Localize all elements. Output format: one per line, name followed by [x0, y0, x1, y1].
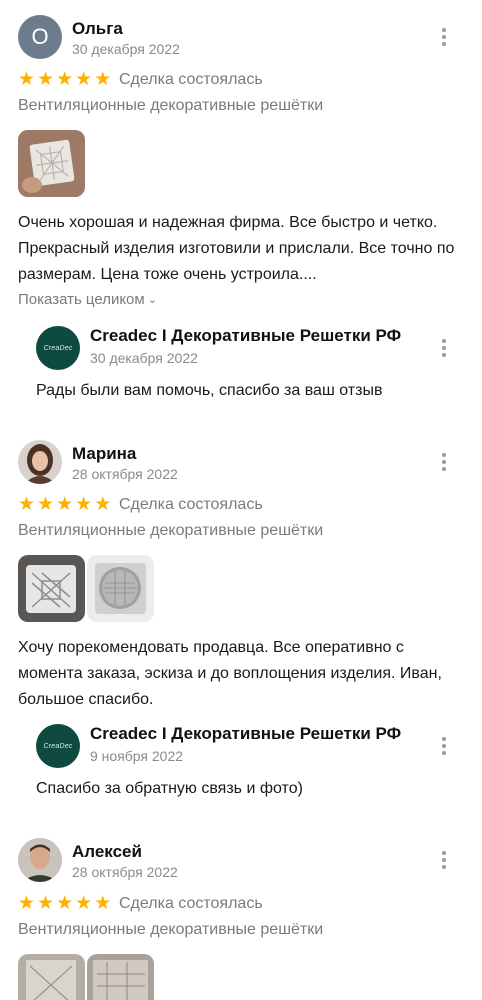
review-text: Хочу порекомендовать продавца. Все опера…	[18, 639, 442, 708]
review-date: 28 октября 2022	[72, 466, 178, 482]
rating-stars: ★ ★ ★ ★ ★	[18, 495, 111, 514]
star-icon: ★	[18, 69, 36, 90]
review-photo[interactable]	[18, 130, 85, 197]
shop-logo[interactable]: CreaDec	[36, 724, 80, 768]
photo-gallery	[18, 130, 85, 197]
review-photo[interactable]	[87, 555, 154, 622]
reply-date: 9 ноября 2022	[90, 748, 184, 764]
review-photo[interactable]	[87, 954, 154, 1000]
star-icon: ★	[94, 69, 112, 90]
star-icon: ★	[56, 494, 74, 515]
shop-name[interactable]: Creadec I Декоративные Решетки РФ	[90, 724, 401, 744]
product-category: Вентиляционные декоративные решётки	[18, 921, 324, 938]
product-category: Вентиляционные декоративные решётки	[18, 97, 324, 114]
review-photo[interactable]	[18, 954, 85, 1000]
review-text: Очень хорошая и надежная фирма. Все быст…	[18, 214, 455, 283]
star-icon: ★	[75, 69, 93, 90]
review-photo[interactable]	[18, 555, 85, 622]
show-more-label: Показать целиком	[18, 291, 145, 308]
more-options-button[interactable]	[434, 25, 454, 49]
rating-stars: ★ ★ ★ ★ ★	[18, 894, 111, 913]
show-more-link[interactable]: Показать целиком ⌄	[18, 291, 157, 308]
star-icon: ★	[94, 494, 112, 515]
star-icon: ★	[37, 69, 55, 90]
avatar-letter: О	[31, 24, 49, 49]
deal-status: Сделка состоялась	[119, 496, 263, 513]
star-icon: ★	[37, 494, 55, 515]
more-options-button[interactable]	[434, 336, 454, 360]
review-date: 30 декабря 2022	[72, 41, 180, 57]
deal-status: Сделка состоялась	[119, 895, 263, 912]
more-options-button[interactable]	[434, 848, 454, 872]
shop-logo-text: CreaDec	[43, 344, 73, 352]
avatar[interactable]	[18, 440, 62, 484]
star-icon: ★	[18, 494, 36, 515]
deal-status: Сделка состоялась	[119, 71, 263, 88]
star-icon: ★	[37, 893, 55, 914]
photo-gallery	[18, 555, 154, 622]
avatar[interactable]: О	[18, 15, 62, 59]
chevron-down-icon: ⌄	[147, 294, 157, 306]
rating-stars: ★ ★ ★ ★ ★	[18, 70, 111, 89]
reviewer-name[interactable]: Марина	[72, 444, 136, 464]
reply-text: Спасибо за обратную связь и фото)	[36, 780, 303, 797]
shop-name[interactable]: Creadec I Декоративные Решетки РФ	[90, 326, 401, 346]
star-icon: ★	[75, 494, 93, 515]
star-icon: ★	[94, 893, 112, 914]
shop-logo-text: CreaDec	[43, 742, 73, 750]
star-icon: ★	[18, 893, 36, 914]
reply-text: Рады были вам помочь, спасибо за ваш отз…	[36, 382, 383, 399]
reply-date: 30 декабря 2022	[90, 350, 198, 366]
product-category: Вентиляционные декоративные решётки	[18, 522, 324, 539]
more-options-button[interactable]	[434, 450, 454, 474]
more-options-button[interactable]	[434, 734, 454, 758]
star-icon: ★	[75, 893, 93, 914]
avatar[interactable]	[18, 838, 62, 882]
photo-gallery	[18, 954, 154, 1000]
review-date: 28 октября 2022	[72, 864, 178, 880]
reviewer-name[interactable]: Ольга	[72, 19, 123, 39]
star-icon: ★	[56, 69, 74, 90]
reviewer-name[interactable]: Алексей	[72, 842, 142, 862]
shop-logo[interactable]: CreaDec	[36, 326, 80, 370]
star-icon: ★	[56, 893, 74, 914]
